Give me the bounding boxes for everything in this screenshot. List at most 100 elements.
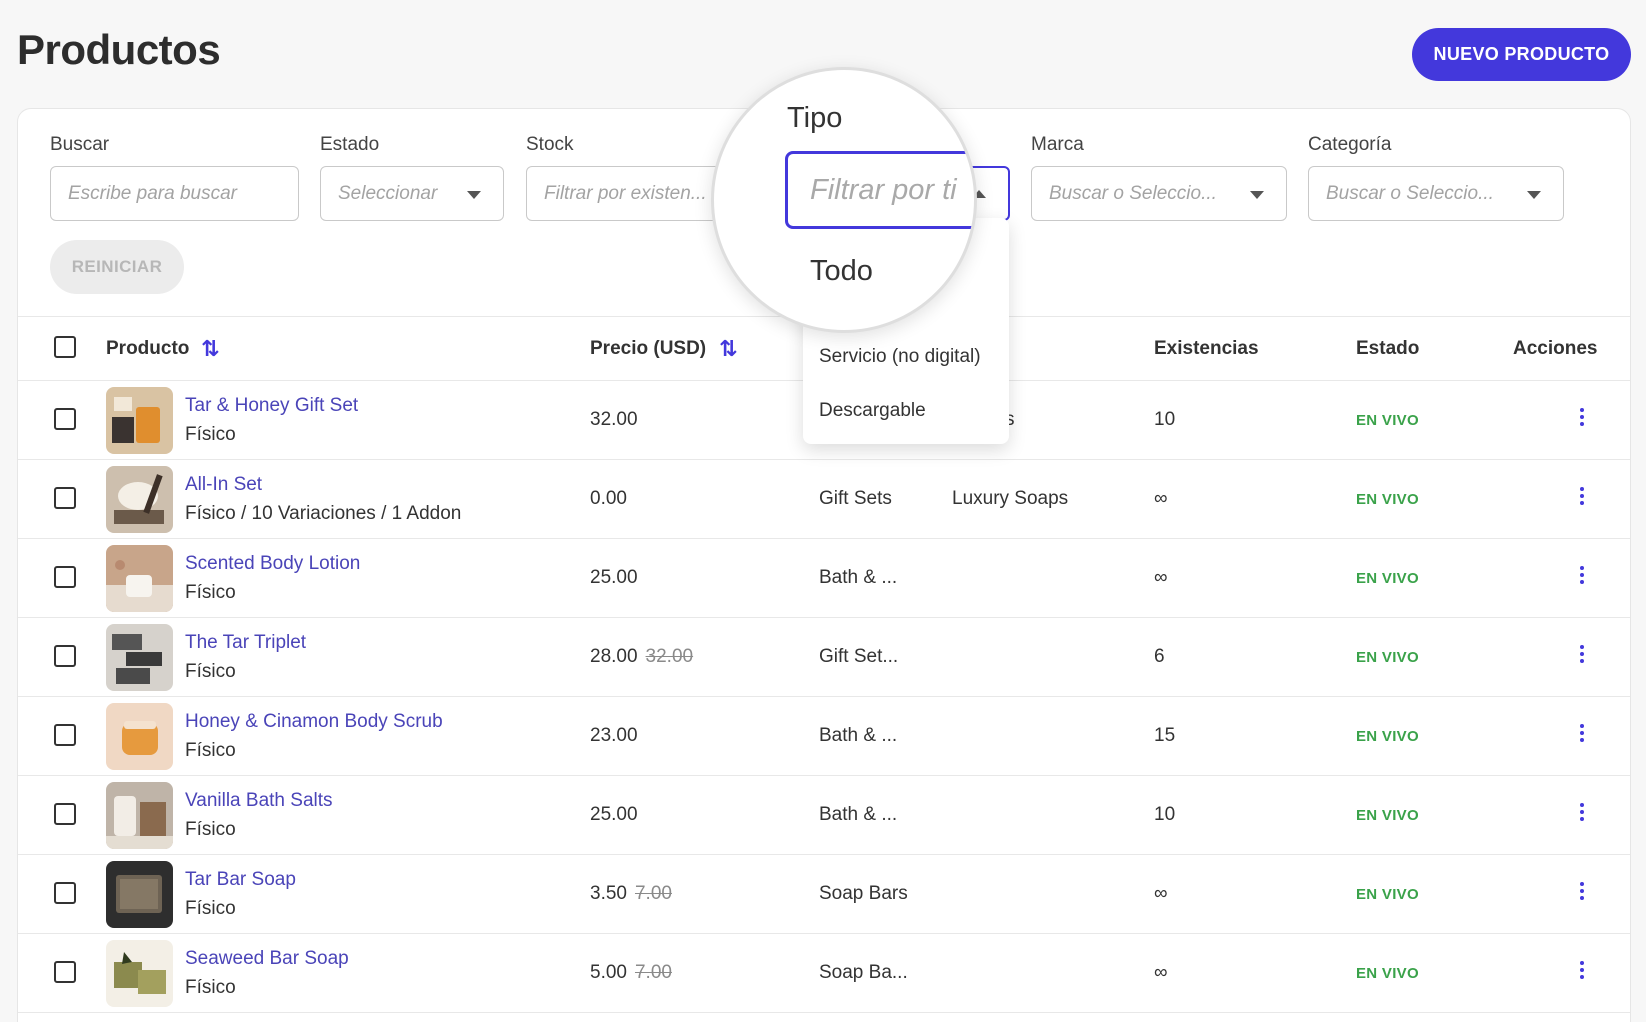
header-estado: Estado (1356, 338, 1420, 359)
estado-select[interactable]: Seleccionar (320, 166, 504, 221)
new-product-button[interactable]: NUEVO PRODUCTO (1412, 28, 1631, 81)
product-type: Físico (185, 977, 236, 998)
stock-placeholder: Filtrar por existen... (544, 182, 707, 204)
more-actions-icon[interactable] (1576, 484, 1588, 514)
product-thumbnail[interactable] (106, 387, 173, 454)
header-producto[interactable]: Producto (106, 338, 189, 360)
product-stock: 10 (1154, 804, 1176, 825)
product-thumbnail[interactable] (106, 782, 173, 849)
categoria-placeholder: Buscar o Seleccio... (1326, 182, 1494, 204)
marca-placeholder: Buscar o Seleccio... (1049, 182, 1217, 204)
status-badge: EN VIVO (1356, 807, 1419, 824)
product-thumbnail[interactable] (106, 940, 173, 1007)
table-row: Scented Body Lotion Físico 25.00 Bath & … (18, 539, 1630, 618)
dropdown-option-descargable[interactable]: Descargable (819, 400, 926, 422)
product-name-link[interactable]: Seaweed Bar Soap (185, 948, 349, 970)
stock-label: Stock (526, 134, 574, 155)
product-price: 0.00 (590, 488, 627, 510)
more-actions-icon[interactable] (1576, 879, 1588, 909)
product-type: Físico (185, 582, 236, 603)
row-checkbox[interactable] (54, 961, 76, 983)
dropdown-option-servicio[interactable]: Servicio (no digital) (819, 346, 981, 368)
product-thumbnail[interactable] (106, 703, 173, 770)
row-checkbox[interactable] (54, 566, 76, 588)
old-price: 7.00 (634, 883, 672, 904)
header-acciones: Acciones (1513, 338, 1598, 359)
price-value: 32.00 (590, 409, 638, 430)
chevron-down-icon (1527, 191, 1541, 199)
product-category: Gift Set... (819, 646, 899, 667)
product-price: 25.00 (590, 567, 638, 589)
status-badge: EN VIVO (1356, 412, 1419, 429)
product-category: Gift Sets (819, 488, 892, 509)
chevron-down-icon (1250, 191, 1264, 199)
page-title: Productos (17, 26, 221, 73)
product-name-link[interactable]: The Tar Triplet (185, 632, 306, 654)
product-price: 28.00 32.00 (590, 646, 693, 668)
product-stock: 15 (1154, 725, 1176, 746)
product-name-link[interactable]: Tar & Honey Gift Set (185, 395, 358, 417)
product-category: Bath & ... (819, 725, 898, 746)
reset-button[interactable]: REINICIAR (50, 240, 184, 294)
table-row: Tar Bar Soap Físico 3.50 7.00 Soap Bars ∞… (18, 855, 1630, 934)
product-type: Físico (185, 740, 236, 761)
product-thumbnail[interactable] (106, 861, 173, 928)
product-thumbnail[interactable] (106, 624, 173, 691)
price-value: 23.00 (590, 725, 638, 746)
old-price: 32.00 (645, 646, 694, 667)
old-price: 7.00 (634, 962, 672, 983)
tipo-input-zoomed[interactable]: Filtrar por ti (785, 151, 974, 229)
table-row: Vanilla Bath Salts Físico 25.00 Bath & .… (18, 776, 1630, 855)
product-brand: Luxury Soaps (952, 488, 1069, 509)
product-name-link[interactable]: All-In Set (185, 474, 262, 496)
more-actions-icon[interactable] (1576, 563, 1588, 593)
product-price: 25.00 (590, 804, 638, 826)
table-row: All-In Set Físico / 10 Variaciones / 1 A… (18, 460, 1630, 539)
product-price: 32.00 (590, 409, 638, 431)
select-all-checkbox[interactable] (54, 336, 76, 358)
row-checkbox[interactable] (54, 487, 76, 509)
more-actions-icon[interactable] (1576, 800, 1588, 830)
row-checkbox[interactable] (54, 882, 76, 904)
product-name-link[interactable]: Tar Bar Soap (185, 869, 296, 891)
row-checkbox[interactable] (54, 724, 76, 746)
status-badge: EN VIVO (1356, 570, 1419, 587)
dropdown-option-todo[interactable]: Todo (810, 255, 873, 288)
row-checkbox[interactable] (54, 645, 76, 667)
product-thumbnail[interactable] (106, 466, 173, 533)
product-stock: ∞ (1154, 883, 1168, 904)
product-category: Soap Ba... (819, 962, 908, 983)
header-precio[interactable]: Precio (USD) (590, 338, 706, 360)
product-type: Físico (185, 898, 236, 919)
table-row: Honey & Cinamon Body Scrub Físico 23.00 … (18, 697, 1630, 776)
product-stock: ∞ (1154, 488, 1168, 509)
status-badge: EN VIVO (1356, 965, 1419, 982)
row-checkbox[interactable] (54, 408, 76, 430)
sort-icon[interactable]: ⇅ (201, 336, 219, 362)
product-thumbnail[interactable] (106, 545, 173, 612)
search-label: Buscar (50, 134, 110, 155)
header-existencias: Existencias (1154, 338, 1259, 359)
product-type: Físico (185, 661, 236, 682)
product-stock: ∞ (1154, 567, 1168, 588)
search-input[interactable]: Escribe para buscar (50, 166, 299, 221)
more-actions-icon[interactable] (1576, 721, 1588, 751)
more-actions-icon[interactable] (1576, 405, 1588, 435)
product-price: 3.50 7.00 (590, 883, 672, 905)
estado-placeholder: Seleccionar (338, 182, 438, 204)
product-category: Bath & ... (819, 567, 898, 588)
price-value: 25.00 (590, 567, 638, 588)
sort-icon[interactable]: ⇅ (719, 336, 737, 362)
marca-select[interactable]: Buscar o Seleccio... (1031, 166, 1287, 221)
product-name-link[interactable]: Vanilla Bath Salts (185, 790, 333, 812)
price-value: 5.00 (590, 962, 627, 983)
categoria-select[interactable]: Buscar o Seleccio... (1308, 166, 1564, 221)
status-badge: EN VIVO (1356, 649, 1419, 666)
product-name-link[interactable]: Scented Body Lotion (185, 553, 360, 575)
more-actions-icon[interactable] (1576, 958, 1588, 988)
product-name-link[interactable]: Honey & Cinamon Body Scrub (185, 711, 443, 733)
row-checkbox[interactable] (54, 803, 76, 825)
more-actions-icon[interactable] (1576, 642, 1588, 672)
product-type: Físico (185, 424, 236, 445)
tipo-placeholder: Filtrar por ti (810, 173, 957, 206)
